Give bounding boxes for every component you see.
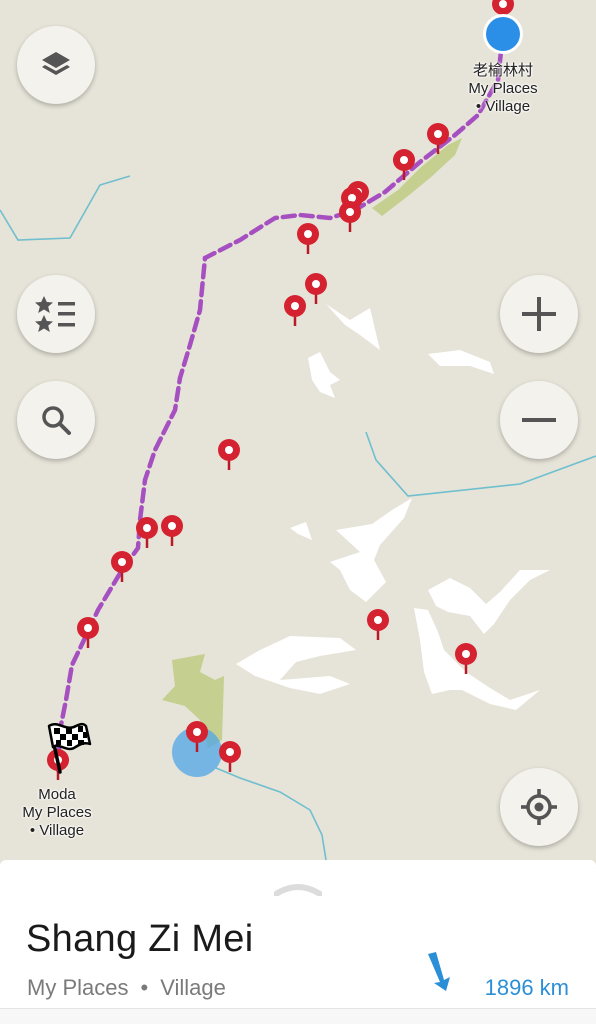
destination-type: • Village (29, 822, 85, 839)
minus-icon (522, 418, 556, 422)
place-page-sheet[interactable]: Shang Zi Mei My Places • Village 1896 km (0, 860, 596, 1023)
start-place-type: • Village (475, 98, 531, 115)
current-location-dot (483, 14, 523, 54)
bookmarks-list-icon (35, 296, 75, 332)
start-place-name: 老榆林村 (472, 62, 533, 79)
zoom-out-button[interactable] (500, 381, 578, 459)
layers-button[interactable] (17, 26, 95, 104)
destination-category: My Places (22, 804, 92, 821)
place-type: Village (160, 975, 226, 1000)
direction-arrow-icon (428, 952, 450, 991)
my-location-icon (521, 789, 557, 825)
bottom-bar (0, 1008, 596, 1024)
search-icon (42, 406, 71, 435)
destination-name: Moda (38, 786, 76, 803)
place-category: My Places (27, 975, 129, 1000)
plus-icon (522, 297, 556, 331)
start-place-category: My Places (468, 80, 538, 97)
place-title: Shang Zi Mei (26, 918, 254, 960)
layers-icon (42, 52, 70, 75)
sheet-expand-handle[interactable] (274, 882, 322, 896)
place-distance: 1896 km (484, 975, 569, 1000)
destination-label: Moda My Places • Village (22, 786, 91, 840)
search-button[interactable] (17, 381, 95, 459)
start-place-label: 老榆林村 My Places • Village (468, 62, 537, 116)
zoom-in-button[interactable] (500, 275, 578, 353)
my-location-button[interactable] (500, 768, 578, 846)
bookmarks-button[interactable] (17, 275, 95, 353)
place-subtitle: My Places • Village (27, 975, 226, 1001)
subtitle-separator: • (140, 975, 149, 1000)
